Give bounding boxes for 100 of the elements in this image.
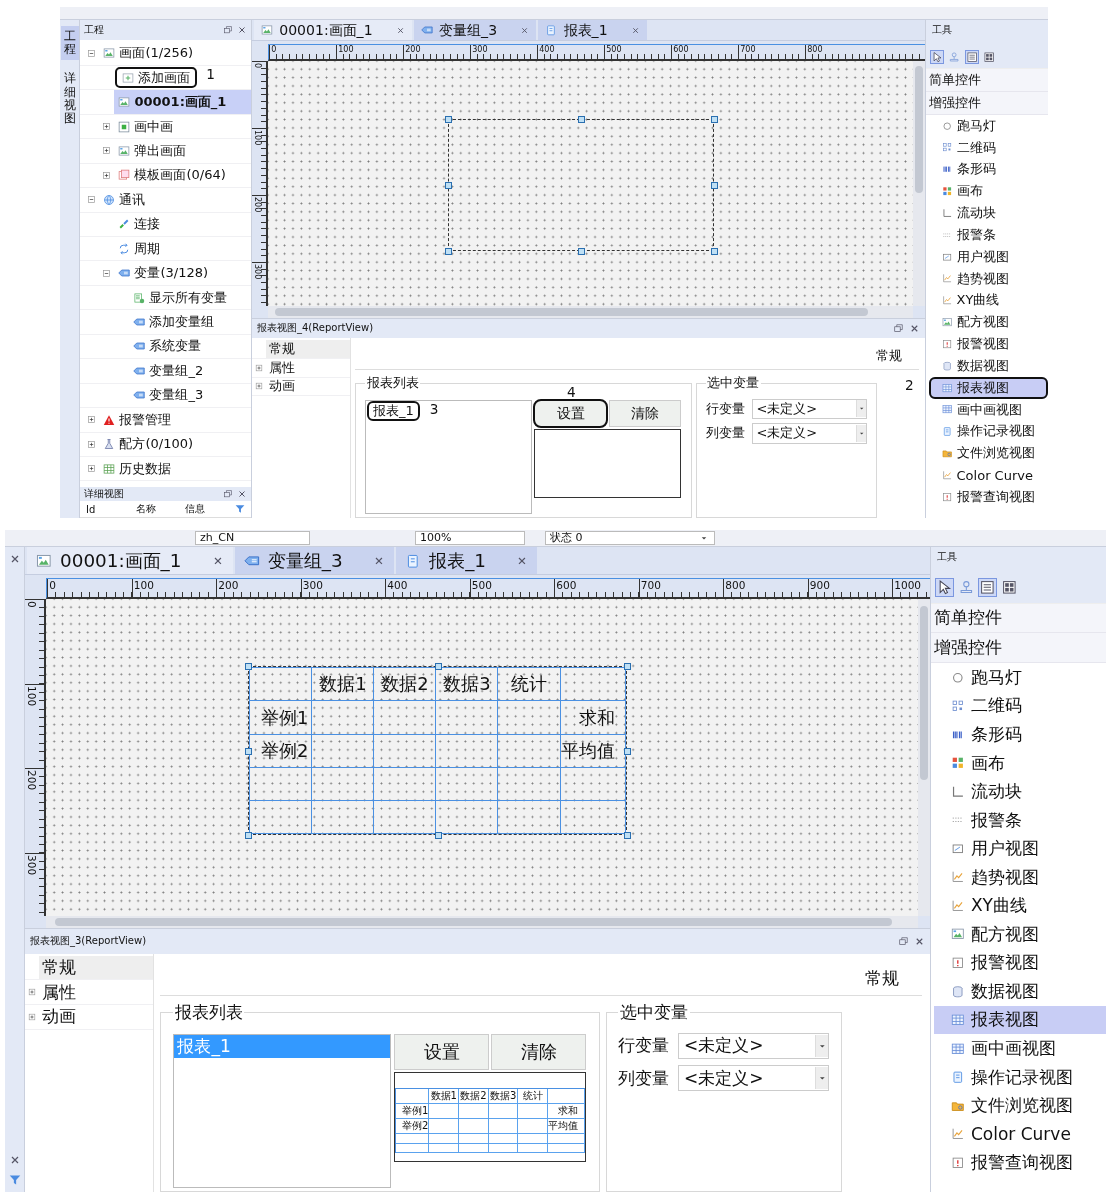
- resize-handle[interactable]: [245, 747, 253, 755]
- restore-window-icon[interactable]: [898, 935, 909, 947]
- resize-handle[interactable]: [445, 247, 453, 255]
- nav-item[interactable]: 常规: [266, 339, 350, 358]
- variable-dropdown[interactable]: <未定义>: [751, 398, 868, 419]
- category-header[interactable]: 增强控件: [931, 633, 1106, 664]
- resize-handle[interactable]: [445, 181, 453, 189]
- variable-dropdown[interactable]: <未定义>: [677, 1065, 830, 1092]
- plus-box-icon[interactable]: [254, 362, 264, 373]
- variable-dropdown[interactable]: <未定义>: [751, 423, 868, 444]
- toolbox-item[interactable]: 文件浏览视图: [934, 1091, 1106, 1120]
- toolbox-item[interactable]: 数据视图: [928, 355, 1048, 377]
- list-icon[interactable]: [964, 50, 979, 65]
- plus-box-icon[interactable]: [86, 438, 97, 450]
- variable-dropdown[interactable]: <未定义>: [677, 1032, 830, 1060]
- toolbox-item[interactable]: 报警查询视图: [928, 485, 1048, 508]
- document-tab[interactable]: 报表_1: [538, 20, 647, 41]
- toolbox-item[interactable]: XY曲线: [928, 289, 1048, 312]
- nav-item[interactable]: 属性: [266, 358, 350, 377]
- tree-item[interactable]: 周期: [114, 237, 251, 261]
- toolbox-item[interactable]: 报警视图: [928, 333, 1048, 355]
- nav-item[interactable]: 常规: [39, 955, 154, 980]
- toolbox-item[interactable]: 操作记录视图: [934, 1062, 1106, 1092]
- action-button[interactable]: 设置: [394, 1034, 490, 1071]
- document-tab[interactable]: 变量组_3: [234, 547, 395, 575]
- tree-item[interactable]: 历史数据: [99, 456, 251, 481]
- tree-item[interactable]: 画中画: [114, 114, 251, 139]
- close-icon[interactable]: [237, 24, 247, 35]
- toolbox-item[interactable]: 用户视图: [928, 245, 1048, 268]
- plus-box-icon[interactable]: [101, 145, 112, 157]
- document-tab[interactable]: 00001:画面_1: [27, 547, 233, 575]
- toolbox-item[interactable]: 文件浏览视图: [928, 442, 1048, 465]
- toolbox-item[interactable]: 配方视图: [934, 920, 1106, 949]
- filter-icon[interactable]: [8, 1174, 21, 1186]
- toolbox-item[interactable]: 报表视图: [928, 376, 1048, 399]
- toolbox-item[interactable]: 用户视图: [934, 834, 1106, 863]
- resize-handle[interactable]: [434, 832, 442, 840]
- pointer-icon[interactable]: [930, 50, 945, 65]
- horizontal-scrollbar[interactable]: [54, 918, 892, 926]
- plus-box-icon[interactable]: [86, 463, 97, 475]
- toolbox-item[interactable]: 流动块: [934, 777, 1106, 806]
- toolbox-item[interactable]: 操作记录视图: [928, 420, 1048, 443]
- resize-handle[interactable]: [578, 247, 586, 255]
- toolbox-item[interactable]: 趋势视图: [934, 862, 1106, 892]
- action-button[interactable]: 清除: [491, 1034, 587, 1071]
- toolbox-item[interactable]: 报表视图: [934, 1005, 1106, 1035]
- plus-box-icon[interactable]: [27, 987, 37, 998]
- toolbox-item[interactable]: 跑马灯: [928, 114, 1048, 137]
- zoom-field[interactable]: 100%: [415, 531, 525, 545]
- horizontal-scrollbar[interactable]: [274, 308, 868, 316]
- category-header[interactable]: 增强控件: [926, 92, 1048, 115]
- tree-item[interactable]: 变量组_3: [129, 383, 251, 408]
- close-icon[interactable]: [520, 25, 530, 35]
- toolbox-item[interactable]: 配方视图: [928, 311, 1048, 334]
- tree-item[interactable]: 报警管理: [99, 408, 251, 432]
- action-button[interactable]: 清除: [608, 400, 682, 428]
- side-tab[interactable]: 工程: [60, 26, 79, 61]
- toolbox-item[interactable]: 报警条: [928, 224, 1048, 246]
- resize-handle[interactable]: [711, 247, 719, 255]
- resize-handle[interactable]: [624, 663, 632, 671]
- document-tab[interactable]: 变量组_3: [413, 20, 537, 41]
- tree-item[interactable]: 添加画面: [114, 65, 199, 90]
- tree-item[interactable]: 模板画面(0/64): [114, 163, 251, 188]
- toolbox-item[interactable]: 二维码: [934, 691, 1106, 721]
- resize-handle[interactable]: [624, 832, 632, 840]
- category-header[interactable]: 简单控件: [931, 603, 1106, 634]
- vertical-scrollbar[interactable]: [915, 65, 923, 194]
- list-icon[interactable]: [978, 578, 998, 598]
- toolbox-item[interactable]: 条形码: [934, 720, 1106, 749]
- category-header[interactable]: 简单控件: [926, 69, 1048, 93]
- language-field[interactable]: zh_CN: [195, 531, 310, 545]
- tree-item[interactable]: 系统变量: [129, 334, 251, 359]
- nav-item[interactable]: 属性: [39, 980, 154, 1004]
- restore-window-icon[interactable]: [893, 322, 904, 334]
- restore-window-icon[interactable]: [223, 24, 233, 35]
- close-icon[interactable]: [630, 25, 640, 35]
- plus-box-icon[interactable]: [254, 381, 264, 392]
- resize-handle[interactable]: [578, 115, 586, 123]
- toolbox-item[interactable]: 画中画视图: [928, 398, 1048, 421]
- nav-item[interactable]: 动画: [39, 1004, 154, 1029]
- tree-item[interactable]: 变量(3/128): [114, 261, 251, 285]
- minus-box-icon[interactable]: [101, 267, 112, 279]
- tree-item[interactable]: 00001:画面_1: [114, 90, 251, 114]
- pointer-icon[interactable]: [935, 578, 954, 598]
- plus-box-icon[interactable]: [101, 169, 112, 181]
- resize-handle[interactable]: [245, 832, 253, 840]
- resize-handle[interactable]: [711, 115, 719, 123]
- toolbox-item[interactable]: 画布: [928, 180, 1048, 203]
- vertical-scrollbar[interactable]: [920, 605, 928, 780]
- toolbox-item[interactable]: 报警条: [934, 805, 1106, 835]
- toolbox-item[interactable]: Color Curve: [934, 1119, 1106, 1149]
- toolbox-item[interactable]: 流动块: [928, 202, 1048, 225]
- nav-item[interactable]: 动画: [266, 377, 350, 396]
- side-tab[interactable]: 详细视图: [60, 68, 79, 130]
- state-dropdown[interactable]: 状态 0: [545, 531, 715, 545]
- list-item[interactable]: 报表_1: [367, 402, 419, 420]
- resize-handle[interactable]: [245, 663, 253, 671]
- filter-icon[interactable]: [235, 504, 245, 514]
- toolbox-item[interactable]: 跑马灯: [934, 663, 1106, 692]
- tree-item[interactable]: 变量组_2: [129, 359, 251, 383]
